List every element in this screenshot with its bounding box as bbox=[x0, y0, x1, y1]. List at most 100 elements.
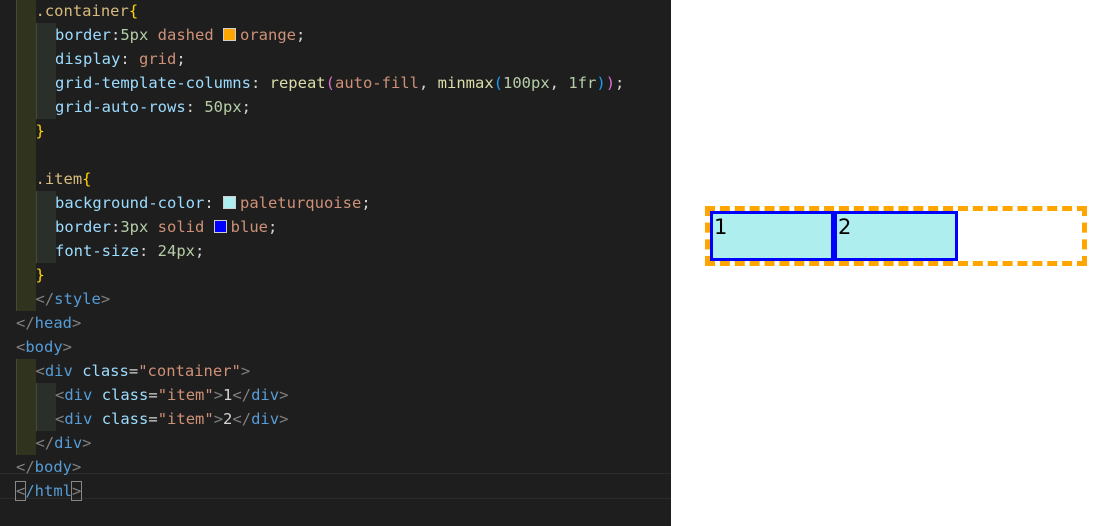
code-line-text: <body> bbox=[16, 335, 72, 359]
color-swatch[interactable] bbox=[222, 196, 236, 209]
code-token: body bbox=[34, 458, 72, 476]
indent-guide bbox=[16, 407, 36, 431]
code-line-text: </head> bbox=[16, 311, 81, 335]
code-token: > bbox=[100, 290, 111, 308]
code-token: auto-fill bbox=[334, 74, 419, 92]
code-token: > bbox=[72, 458, 82, 476]
code-line[interactable]: </head> bbox=[0, 311, 671, 335]
code-line[interactable]: background-color: paleturquoise; bbox=[0, 191, 671, 215]
indent-guide bbox=[16, 71, 36, 95]
code-line-text: grid-template-columns: repeat(auto-fill,… bbox=[55, 71, 624, 95]
code-line[interactable]: <div class="item">2</div> bbox=[0, 407, 671, 431]
code-token: 5px bbox=[120, 26, 149, 44]
code-token: > bbox=[62, 338, 73, 356]
code-line[interactable]: .item{ bbox=[0, 167, 671, 191]
code-editor[interactable]: .container{border:5px dashed orange; disp… bbox=[0, 0, 671, 526]
code-token: > bbox=[213, 386, 224, 404]
code-token: minmax bbox=[437, 74, 494, 92]
code-token: "item" bbox=[157, 386, 214, 404]
code-line[interactable]: </div> bbox=[0, 431, 671, 455]
code-line[interactable] bbox=[0, 143, 671, 167]
indent-guide bbox=[16, 215, 36, 239]
code-token: 100px bbox=[503, 74, 550, 92]
code-line[interactable]: } bbox=[0, 119, 671, 143]
code-line-text: } bbox=[36, 119, 45, 143]
indent-guide bbox=[16, 0, 36, 23]
code-token: grid-template-columns bbox=[55, 74, 251, 92]
code-token: < bbox=[55, 386, 65, 404]
code-token: class bbox=[101, 410, 149, 428]
code-token: "item" bbox=[157, 410, 214, 428]
code-line[interactable]: font-size: 24px; bbox=[0, 239, 671, 263]
code-token: : bbox=[120, 50, 139, 68]
code-line[interactable]: display: grid; bbox=[0, 47, 671, 71]
code-token: class bbox=[82, 362, 129, 380]
code-token: ; bbox=[195, 242, 205, 260]
code-token: > bbox=[70, 481, 83, 501]
code-token: </ bbox=[16, 314, 35, 332]
code-line[interactable]: <div class="item">1</div> bbox=[0, 383, 671, 407]
code-token: : bbox=[111, 26, 121, 44]
code-token: blue bbox=[230, 218, 268, 236]
grid-item-2: 2 bbox=[834, 211, 958, 261]
code-token: div bbox=[54, 434, 83, 452]
code-line[interactable]: grid-auto-rows: 50px; bbox=[0, 95, 671, 119]
code-token: < bbox=[35, 362, 45, 380]
indent-guide bbox=[16, 383, 36, 407]
indent-guide bbox=[16, 359, 36, 383]
code-line[interactable]: <body> bbox=[0, 335, 671, 359]
code-token: </ bbox=[35, 434, 55, 452]
code-token: paleturquoise bbox=[239, 194, 362, 212]
code-line[interactable]: border:5px dashed orange; bbox=[0, 23, 671, 47]
code-line[interactable]: </html> bbox=[0, 479, 671, 503]
code-line[interactable]: border:3px solid blue; bbox=[0, 215, 671, 239]
code-token: dashed bbox=[148, 26, 223, 44]
code-token: ( bbox=[493, 74, 503, 92]
code-token: } bbox=[35, 122, 45, 140]
code-token: ) bbox=[596, 74, 606, 92]
indent-guide bbox=[16, 143, 36, 167]
code-token: font-size bbox=[55, 242, 139, 260]
code-line[interactable]: <div class="container"> bbox=[0, 359, 671, 383]
code-token: > bbox=[279, 410, 289, 428]
code-token: div bbox=[44, 362, 73, 380]
code-line[interactable]: </style> bbox=[0, 287, 671, 311]
indent-guide bbox=[35, 407, 56, 431]
code-line-text: border:5px dashed orange; bbox=[55, 23, 305, 47]
indent-guide bbox=[35, 47, 56, 71]
code-token: display bbox=[55, 50, 121, 68]
code-token: orange bbox=[240, 26, 296, 44]
indent-guide bbox=[16, 119, 36, 143]
code-token: : bbox=[111, 218, 121, 236]
code-line[interactable]: </body> bbox=[0, 455, 671, 479]
color-swatch[interactable] bbox=[213, 220, 227, 233]
code-line[interactable]: .container{ bbox=[0, 0, 671, 23]
code-token: head bbox=[34, 314, 72, 332]
code-token: grid-auto-rows bbox=[55, 98, 186, 116]
code-token: = bbox=[148, 410, 158, 428]
indent-guide bbox=[35, 71, 56, 95]
code-line-text: </html> bbox=[14, 479, 83, 503]
code-token: < bbox=[55, 410, 65, 428]
code-token: div bbox=[251, 386, 280, 404]
code-token: 2 bbox=[223, 410, 233, 428]
code-token: { bbox=[128, 2, 139, 20]
indent-guide bbox=[16, 191, 36, 215]
code-line[interactable]: } bbox=[0, 263, 671, 287]
code-token: class bbox=[101, 386, 149, 404]
code-token: style bbox=[54, 290, 101, 308]
indent-guide bbox=[16, 431, 36, 455]
code-line-text: .item{ bbox=[36, 167, 92, 191]
code-token: .container bbox=[35, 2, 129, 20]
color-swatch[interactable] bbox=[223, 28, 236, 41]
code-token: = bbox=[128, 362, 139, 380]
indent-guide bbox=[16, 287, 36, 311]
code-token: > bbox=[82, 434, 92, 452]
indent-guide bbox=[16, 95, 36, 119]
code-token: ; bbox=[361, 194, 371, 212]
code-token: /html bbox=[25, 482, 73, 500]
code-token: < bbox=[14, 481, 27, 501]
code-line[interactable]: grid-template-columns: repeat(auto-fill,… bbox=[0, 71, 671, 95]
code-token: ( bbox=[325, 74, 335, 92]
code-token: "container" bbox=[138, 362, 241, 380]
